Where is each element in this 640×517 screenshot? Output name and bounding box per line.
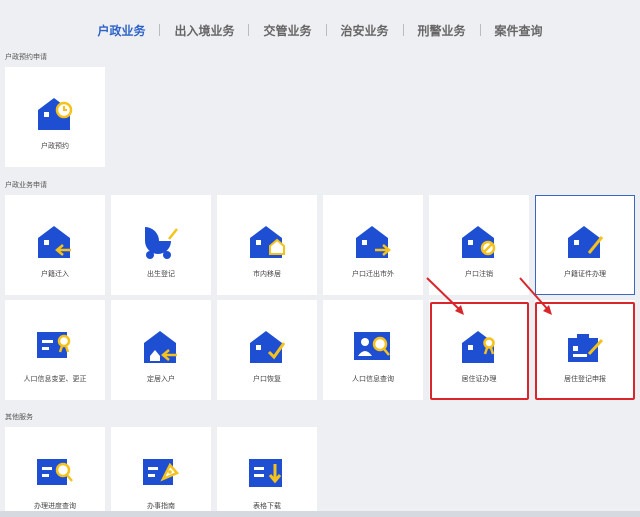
- form-download-icon: [249, 459, 282, 487]
- service-card-birth-registration[interactable]: 出生登记: [111, 195, 211, 295]
- service-card-settle[interactable]: 定居入户: [111, 300, 211, 400]
- person-search-icon: [354, 332, 390, 360]
- card-label: 户籍证件办理: [564, 270, 606, 278]
- card-label: 定居入户: [147, 375, 175, 383]
- service-card-guide[interactable]: 办事指南: [111, 427, 211, 511]
- house-settle-icon: [144, 331, 177, 363]
- baby-stroller-icon: [145, 227, 178, 259]
- house-home-icon: [250, 226, 285, 258]
- business-tabs: 户政业务 出入境业务 交管业务 治安业务 刑警业务 案件查询: [0, 20, 640, 40]
- card-person-icon: [37, 332, 71, 358]
- house-pen-icon: [568, 226, 604, 258]
- tab-traffic[interactable]: 交管业务: [249, 22, 325, 39]
- section-title-other: 其他服务: [5, 413, 33, 421]
- house-clock-icon: [38, 98, 73, 130]
- service-card-move-in[interactable]: 户籍迁入: [5, 195, 105, 295]
- house-check-icon: [250, 331, 286, 363]
- card-label: 户口恢复: [253, 375, 281, 383]
- taskbar: [0, 511, 640, 517]
- card-label: 户籍迁入: [41, 270, 69, 278]
- service-card-form-download[interactable]: 表格下载: [217, 427, 317, 511]
- card-label: 表格下载: [253, 502, 281, 510]
- tab-exit-entry[interactable]: 出入境业务: [160, 22, 248, 39]
- card-label: 户政预约: [41, 142, 69, 150]
- card-label: 户口注销: [465, 270, 493, 278]
- card-label: 人口信息变更、更正: [23, 375, 87, 383]
- service-card-documents[interactable]: 户籍证件办理: [535, 195, 635, 295]
- section-title-appointment: 户政预约申请: [5, 53, 47, 61]
- service-card-restore[interactable]: 户口恢复: [217, 300, 317, 400]
- house-arrow-out-icon: [356, 226, 391, 258]
- service-card-cancel[interactable]: 户口注销: [429, 195, 529, 295]
- tab-case-query[interactable]: 案件查询: [481, 22, 557, 39]
- service-card-appointment[interactable]: 户政预约: [5, 67, 105, 167]
- card-label: 户口迁出市外: [352, 270, 394, 278]
- service-card-info-change[interactable]: 人口信息变更、更正: [5, 300, 105, 400]
- tab-household[interactable]: 户政业务: [83, 22, 159, 39]
- tab-security[interactable]: 治安业务: [327, 22, 403, 39]
- house-cancel-icon: [462, 226, 496, 258]
- card-label: 出生登记: [147, 270, 175, 278]
- service-card-progress[interactable]: 办理进度查询: [5, 427, 105, 511]
- service-card-move-out[interactable]: 户口迁出市外: [323, 195, 423, 295]
- service-card-info-query[interactable]: 人口信息查询: [323, 300, 423, 400]
- house-move-in-icon: [38, 226, 71, 258]
- section-title-household: 户政业务申请: [5, 181, 47, 189]
- progress-search-icon: [37, 459, 73, 485]
- card-label: 人口信息查询: [352, 375, 394, 383]
- service-card-relocate-city[interactable]: 市内移居: [217, 195, 317, 295]
- card-label: 市内移居: [253, 270, 281, 278]
- guide-compass-icon: [143, 459, 180, 485]
- card-label: 办事指南: [147, 502, 175, 510]
- highlight-box: [535, 302, 635, 400]
- tab-criminal[interactable]: 刑警业务: [404, 22, 480, 39]
- card-label: 办理进度查询: [34, 502, 76, 510]
- highlight-box: [430, 302, 529, 400]
